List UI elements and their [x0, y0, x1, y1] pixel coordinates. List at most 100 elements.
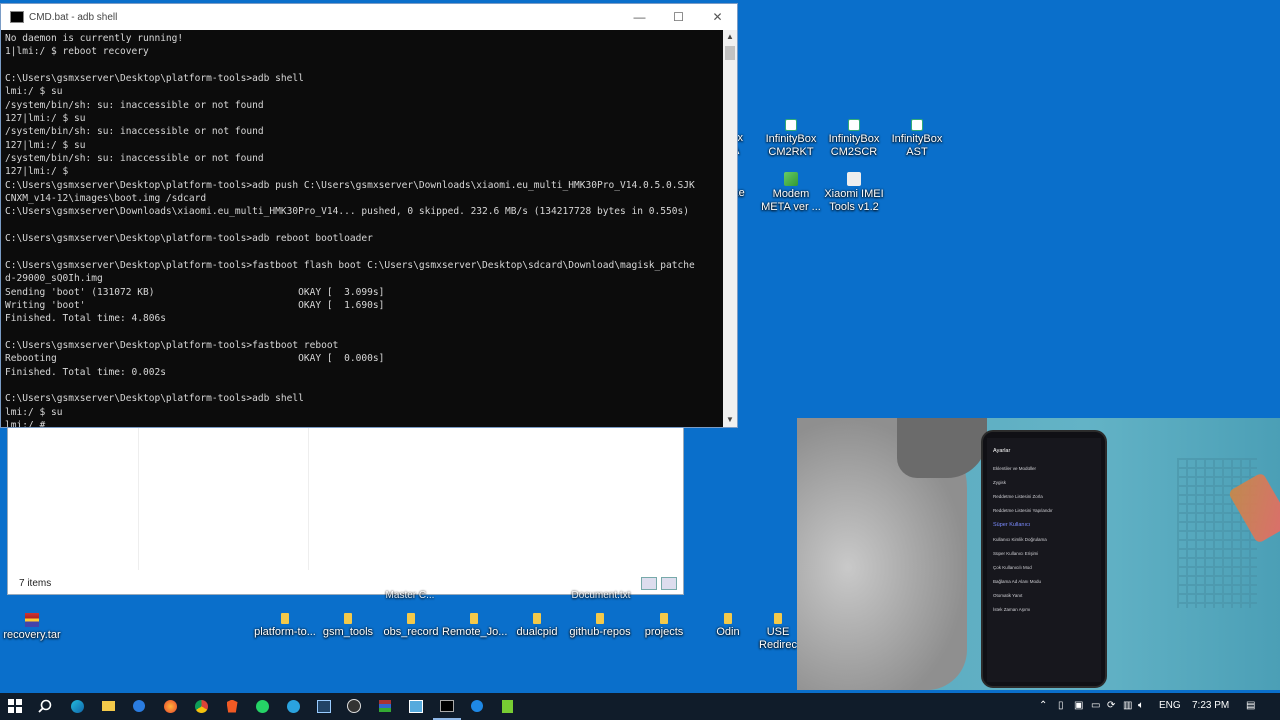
phone: Ayarlar Eklentiler ve Modüller Zygisk Re…	[981, 430, 1107, 688]
folder-icon	[660, 613, 668, 624]
desktop-icon-modem-meta[interactable]: Modem META ver ...	[759, 172, 823, 214]
file-explorer-window[interactable]: 7 items	[7, 425, 684, 595]
app-blue-circle-icon[interactable]	[470, 699, 484, 713]
cmd-taskbar-icon[interactable]	[440, 699, 454, 713]
tray-sync-icon[interactable]: ⟳	[1107, 700, 1115, 711]
phone-screen-row: Reddetme Listesini Zorla	[993, 494, 1043, 499]
console-line: C:\Users\gsmxserver\Desktop\platform-too…	[5, 393, 304, 405]
folder-icon	[596, 613, 604, 624]
folder-icon	[344, 613, 352, 624]
folder-label: projects	[644, 626, 684, 638]
file-explorer-icon[interactable]	[101, 699, 115, 713]
cmd-titlebar[interactable]: CMD.bat - adb shell — ☐ ✕	[1, 4, 737, 30]
folder-icon	[281, 613, 289, 624]
desktop-partial-label-document: Document.txt	[571, 590, 631, 601]
tray-device-icon[interactable]: ▣	[1074, 700, 1083, 711]
desktop-icon-infinitybox-cm2scr[interactable]: InfinityBox CM2SCR	[822, 119, 886, 159]
app-window-icon[interactable]	[317, 699, 331, 713]
scroll-down-icon[interactable]: ▼	[723, 413, 737, 427]
folder-label: Odin	[716, 626, 740, 638]
obs-icon[interactable]	[347, 699, 361, 713]
tray-clock[interactable]: 7:23 PM	[1192, 700, 1229, 711]
winrar-icon[interactable]	[378, 699, 392, 713]
tray-battery-icon[interactable]: ▭	[1091, 700, 1100, 711]
xiaomi-imei-tools-icon	[847, 172, 861, 186]
console-line: C:\Users\gsmxserver\Desktop\platform-too…	[5, 339, 339, 351]
console-line: No daemon is currently running!	[5, 33, 184, 44]
tray-language[interactable]: ENG	[1159, 700, 1181, 711]
console-line: lmi:/ #	[5, 419, 46, 427]
desktop-partial-label-master: Master C...	[385, 590, 435, 601]
folder-label: dualcpid	[516, 626, 558, 638]
desktop-folder-6[interactable]: projects	[632, 613, 696, 639]
tray-network-icon[interactable]: ▥	[1123, 700, 1132, 711]
brave-icon[interactable]	[225, 699, 239, 713]
phone-screen-section: Süper Kullanıcı	[993, 522, 1031, 528]
console-line: Finished. Total time: 0.002s	[5, 366, 166, 378]
console-line: C:\Users\gsmxserver\Desktop\platform-too…	[5, 73, 304, 85]
maximize-button[interactable]: ☐	[659, 4, 698, 30]
archive-icon	[25, 613, 39, 627]
notification-center-icon[interactable]: ▤	[1246, 700, 1255, 711]
console-line: Finished. Total time: 4.806s	[5, 313, 166, 325]
phone-screen-row: Otomatik Yanıt	[993, 593, 1023, 598]
desktop-folder-5[interactable]: github-repos	[568, 613, 632, 639]
telegram-icon[interactable]	[286, 699, 300, 713]
column-divider	[308, 426, 309, 570]
folder-label: gsm_tools	[322, 626, 374, 638]
minimize-button[interactable]: —	[620, 4, 659, 30]
console-output[interactable]: No daemon is currently running! 1|lmi:/ $…	[5, 32, 721, 427]
desktop-icon-infinitybox-cm2rkt[interactable]: InfinityBox CM2RKT	[759, 119, 823, 159]
notepad-icon[interactable]	[500, 699, 514, 713]
desktop-icon-infinitybox-ast[interactable]: InfinityBox AST	[885, 119, 949, 159]
large-icons-view-icon[interactable]	[661, 577, 677, 590]
phone-screen-row: Bağlama Ad Alanı Modu	[993, 579, 1042, 584]
console-line: 127|lmi:/ $ su	[5, 139, 86, 151]
phone-screen-row: Zygisk	[993, 480, 1007, 485]
desktop-icon-recovery-tar[interactable]: recovery.tar	[0, 613, 64, 642]
cmd-app-icon	[10, 11, 24, 23]
desktop-folder-7[interactable]: Odin	[696, 613, 760, 639]
phone-screen-row: Çok Kullanıcılı Mod	[993, 565, 1032, 570]
desktop-icon-usb-redirector[interactable]: USE Redirec	[758, 613, 798, 652]
firefox-icon[interactable]	[163, 699, 177, 713]
edge-browser-icon[interactable]	[70, 699, 84, 713]
scroll-thumb[interactable]	[725, 46, 735, 60]
desktop-icon-xiaomi-imei-tools[interactable]: Xiaomi IMEI Tools v1.2	[822, 172, 886, 214]
desktop-folder-3[interactable]: Remote_Jo...	[442, 613, 508, 639]
desktop-folder-4[interactable]: dualcpid	[505, 613, 569, 639]
folder-label: Remote_Jo...	[442, 626, 508, 638]
tray-volume-icon[interactable]: 🔈︎	[1138, 700, 1144, 711]
app-blue-icon[interactable]	[132, 699, 146, 713]
console-scrollbar[interactable]: ▲ ▼	[723, 30, 737, 427]
tray-chevron-up-icon[interactable]: ⌃	[1039, 700, 1047, 711]
app-monitor-icon[interactable]	[409, 699, 423, 713]
column-divider	[138, 426, 139, 570]
console-line: Rebooting OKAY [ 0.000s]	[5, 353, 385, 365]
tray-phone-icon[interactable]: ▯	[1058, 700, 1064, 711]
explorer-status-item-count: 7 items	[19, 578, 52, 589]
console-line: C:\Users\gsmxserver\Downloads\xiaomi.eu_…	[5, 206, 689, 218]
console-line: /system/bin/sh: su: inaccessible or not …	[5, 153, 264, 165]
phone-screen-header: Ayarlar	[993, 448, 1011, 454]
search-icon[interactable]	[38, 699, 52, 713]
scroll-up-icon[interactable]: ▲	[723, 30, 737, 44]
details-view-icon[interactable]	[641, 577, 657, 590]
desktop-folder-2[interactable]: obs_record	[379, 613, 443, 639]
start-windows-icon[interactable]	[8, 699, 22, 713]
close-button[interactable]: ✕	[698, 4, 737, 30]
desktop-folder-0[interactable]: platform-to...	[253, 613, 317, 639]
cmd-window[interactable]: CMD.bat - adb shell — ☐ ✕ No daemon is c…	[0, 3, 738, 428]
phone-screen-row: İstek Zaman Aşımı	[993, 607, 1031, 612]
folder-icon	[533, 613, 541, 624]
desktop-folder-1[interactable]: gsm_tools	[316, 613, 380, 639]
phone-screen: Ayarlar Eklentiler ve Modüller Zygisk Re…	[987, 438, 1101, 682]
taskbar: ⌃ ▯ ▣ ▭ ⟳ ▥ 🔈︎ ENG 7:23 PM ▤	[0, 693, 1280, 720]
folder-label: github-repos	[569, 626, 631, 638]
whatsapp-icon[interactable]	[255, 699, 269, 713]
infinitybox-icon	[848, 119, 860, 131]
chrome-icon[interactable]	[194, 699, 208, 713]
webcam-overlay: Ayarlar Eklentiler ve Modüller Zygisk Re…	[797, 418, 1280, 690]
